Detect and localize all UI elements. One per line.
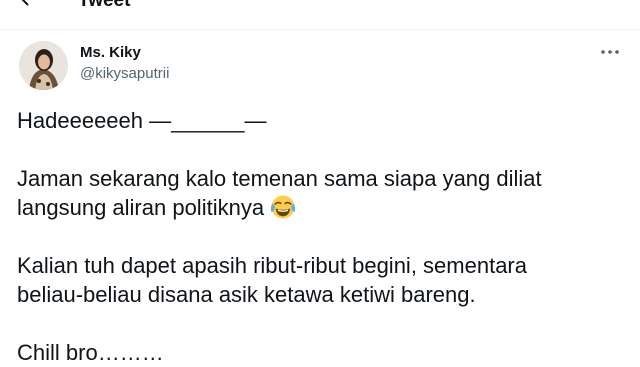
tweet-line-4: Chill bro……… [17, 340, 164, 365]
top-bar: Tweet [0, 0, 640, 30]
header-divider [0, 29, 640, 30]
profile-photo-icon [19, 41, 68, 90]
author-handle[interactable]: @kikysaputrii [80, 65, 169, 83]
tweet-line-2b-wrap: langsung aliran politiknya [17, 193, 542, 222]
tweet-paragraph-2: Jaman sekarang kalo temenan sama siapa y… [17, 164, 542, 222]
tweet-line-2a: Jaman sekarang kalo temenan sama siapa y… [17, 166, 542, 191]
tweet-paragraph-3: Kalian tuh dapet apasih ribut-ribut begi… [17, 251, 527, 309]
tweet-line-3a: Kalian tuh dapet apasih ribut-ribut begi… [17, 253, 527, 278]
avatar[interactable] [19, 41, 68, 90]
author-name[interactable]: Ms. Kiky [80, 44, 141, 62]
back-arrow-icon[interactable] [16, 0, 40, 10]
more-horizontal-icon[interactable] [598, 45, 622, 59]
tweet-line-3b: beliau-beliau disana asik ketawa ketiwi … [17, 282, 476, 307]
page-title: Tweet [78, 0, 131, 11]
tweet-line-2b: langsung aliran politiknya [17, 195, 265, 220]
tweet-line-1: Hadeeeeeeh —______— [17, 108, 267, 133]
face-with-tears-of-joy-icon [271, 195, 296, 219]
